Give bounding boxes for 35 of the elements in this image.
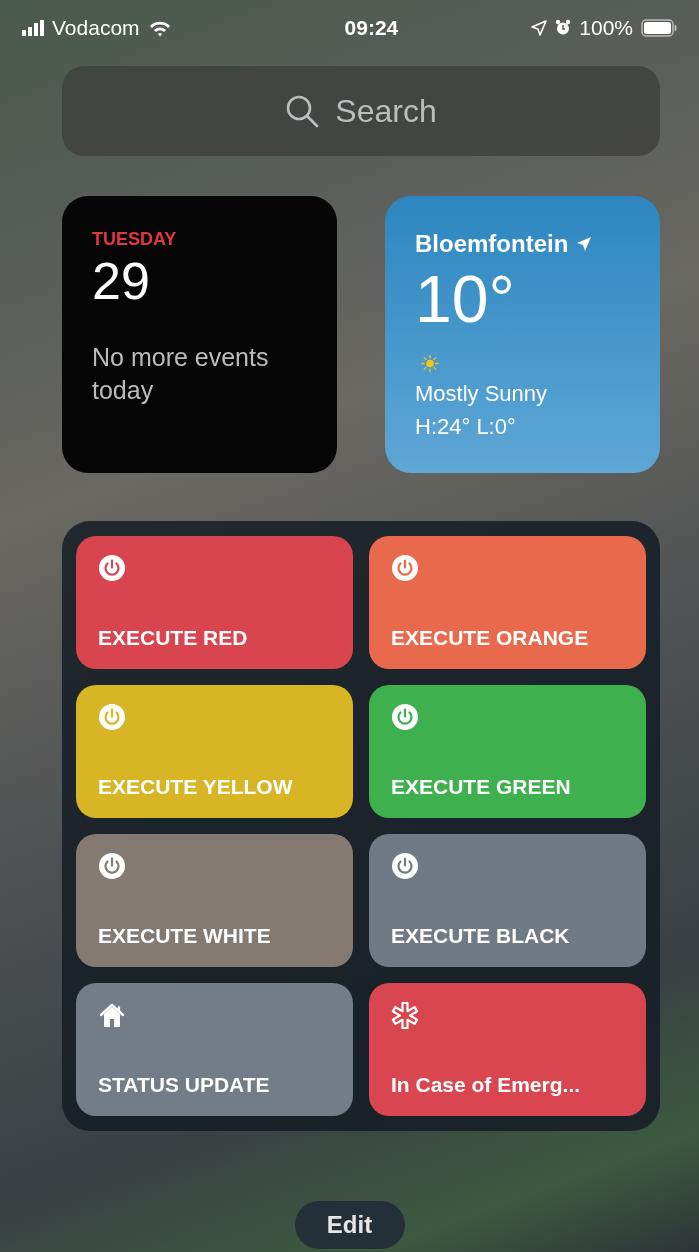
weather-widget[interactable]: Bloemfontein 10° Mostly Sunny H:24° L:0° (385, 196, 660, 473)
power-icon (98, 703, 126, 731)
battery-percentage: 100% (579, 15, 633, 41)
edit-button[interactable]: Edit (294, 1201, 405, 1249)
power-icon (391, 852, 419, 880)
shortcut-button[interactable]: STATUS UPDATE (76, 983, 353, 1116)
carrier-name: Vodacom (52, 15, 140, 41)
power-icon (98, 554, 126, 582)
location-arrow-icon (576, 236, 593, 252)
power-icon (98, 852, 126, 880)
high-low-temperature: H:24° L:0° (415, 413, 517, 441)
weather-condition: Mostly Sunny (415, 380, 549, 408)
shortcut-button[interactable]: EXECUTE GREEN (369, 685, 646, 818)
asterisk-icon (391, 1001, 419, 1029)
weekday-label: TUESDAY (92, 228, 178, 251)
shortcut-button[interactable]: EXECUTE ORANGE (369, 536, 646, 669)
temperature: 10° (415, 266, 516, 332)
search-field[interactable]: Search (62, 66, 660, 156)
power-icon (391, 703, 419, 731)
date-number: 29 (92, 255, 151, 307)
signal-icon (22, 19, 44, 36)
power-icon (391, 554, 419, 582)
battery-icon (641, 18, 677, 37)
shortcut-button[interactable]: EXECUTE BLACK (369, 834, 646, 967)
location-arrow-icon (531, 19, 548, 36)
shortcut-button[interactable]: EXECUTE RED (76, 536, 353, 669)
city-name: Bloemfontein (415, 229, 569, 259)
shortcut-button[interactable]: EXECUTE WHITE (76, 834, 353, 967)
calendar-message: No more events today (92, 342, 270, 406)
house-icon (98, 1001, 126, 1029)
search-icon (285, 94, 320, 128)
alarm-clock-icon (555, 19, 572, 37)
shortcut-button[interactable]: In Case of Emerg... (369, 983, 646, 1116)
clock-time: 09:24 (344, 15, 399, 41)
calendar-widget[interactable]: TUESDAY 29 No more events today (62, 196, 337, 473)
